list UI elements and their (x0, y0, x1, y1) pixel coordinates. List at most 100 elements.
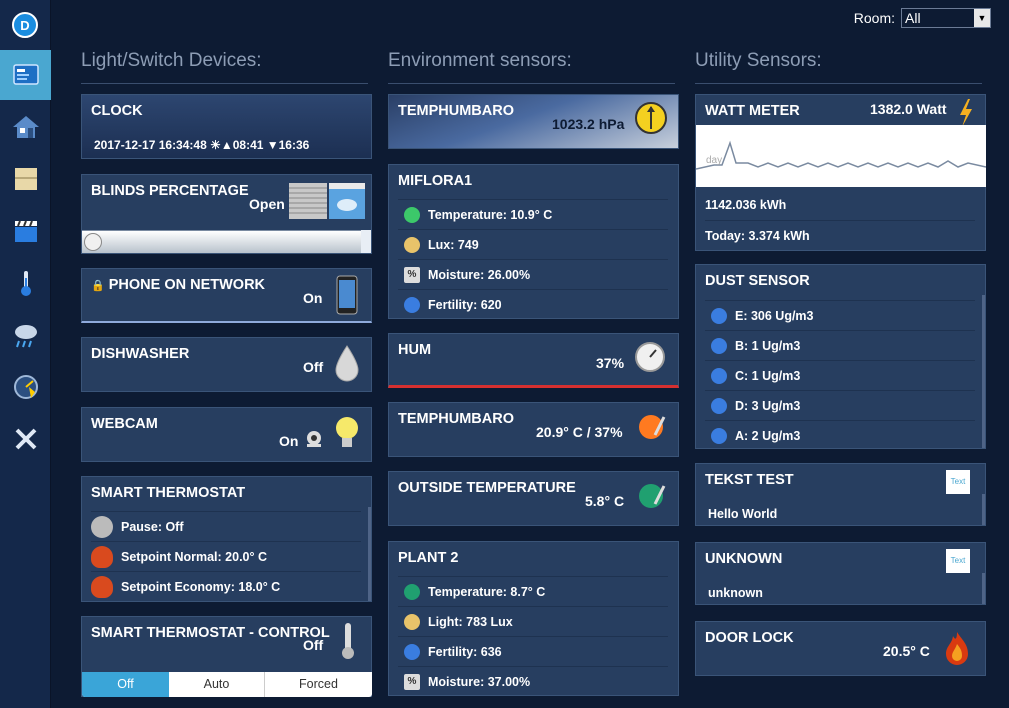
thermometer-icon[interactable] (338, 621, 358, 661)
watt-total-row[interactable]: 1142.036 kWh (705, 190, 975, 220)
lightning-icon[interactable] (958, 99, 974, 127)
flame-icon (91, 545, 113, 568)
tekst-test-title: TEKST TEST (705, 472, 794, 488)
watt-meter-title: WATT METER (705, 103, 800, 119)
chart-period-label: day (706, 155, 722, 166)
dust-sensor-card: DUST SENSOR E: 306 Ug/m3 B: 1 Ug/m3 C: 1… (695, 264, 986, 449)
nav-rooms[interactable] (0, 102, 51, 152)
flame-icon[interactable] (944, 630, 970, 668)
scrollbar[interactable] (982, 494, 985, 525)
text-icon[interactable]: Text (946, 470, 970, 494)
thermostat-pause-label: Pause: Off (121, 519, 184, 534)
percent-icon: % (404, 673, 420, 690)
chevron-down-icon[interactable]: ▼ (974, 9, 990, 27)
nav-blinds[interactable] (0, 154, 51, 204)
blinds-closed-icon[interactable] (289, 183, 327, 219)
miflora-row-moisture[interactable]: % Moisture: 26.00% (398, 259, 668, 289)
watt-total: 1142.036 kWh (705, 198, 787, 212)
temperature-humidity-icon[interactable] (637, 411, 667, 441)
dishwasher-title: DISHWASHER (91, 346, 190, 362)
water-drop-icon[interactable] (334, 344, 360, 384)
thermostat-control-value: Off (303, 637, 324, 653)
text-icon[interactable]: Text (946, 549, 970, 573)
miflora-title: MIFLORA1 (398, 173, 473, 189)
app-logo-icon[interactable]: D (12, 12, 38, 38)
nav-scenes[interactable] (0, 206, 51, 256)
power-sparkline[interactable]: day (696, 125, 986, 187)
webcam-icon[interactable] (304, 430, 324, 448)
nav-weather[interactable] (0, 310, 51, 360)
phone-title-text: PHONE ON NETWORK (108, 277, 266, 293)
plant2-row-light[interactable]: Light: 783 Lux (398, 606, 668, 636)
hygrometer-icon[interactable] (633, 340, 667, 376)
door-lock-value: 20.5° C (883, 643, 930, 659)
plant2-light: Light: 783 Lux (428, 614, 513, 629)
sidebar: D (0, 0, 51, 708)
mode-forced-button[interactable]: Forced (265, 672, 372, 697)
thermostat-row-economy[interactable]: Setpoint Economy: 18.0° C (91, 571, 361, 601)
barometer-icon[interactable] (634, 101, 668, 135)
nav-utility[interactable] (0, 362, 51, 412)
slider-handle[interactable] (84, 233, 102, 251)
scrollbar[interactable] (982, 573, 985, 604)
room-select[interactable]: All ▼ (901, 8, 991, 28)
blinds-card: BLINDS PERCENTAGE Open (81, 174, 372, 254)
globe-icon (404, 296, 420, 313)
house-icon (12, 116, 39, 138)
unknown-title: UNKNOWN (705, 551, 783, 567)
tekst-test-value: Hello World (708, 507, 778, 521)
thermostat-normal-label: Setpoint Normal: 20.0° C (121, 549, 267, 564)
light-bulb-icon[interactable] (334, 414, 360, 454)
plant2-row-temperature[interactable]: Temperature: 8.7° C (398, 576, 668, 606)
mode-off-button[interactable]: Off (82, 672, 169, 697)
miflora-fertility: Fertility: 620 (428, 297, 502, 312)
hum-value: 37% (596, 355, 625, 371)
globe-icon (711, 397, 727, 414)
dust-row-b[interactable]: B: 1 Ug/m3 (705, 330, 975, 360)
miflora-moisture: Moisture: 26.00% (428, 267, 531, 282)
miflora-row-fertility[interactable]: Fertility: 620 (398, 289, 668, 319)
webcam-card: WEBCAM On (81, 407, 372, 462)
dust-row-d[interactable]: D: 3 Ug/m3 (705, 390, 975, 420)
phone-icon[interactable] (336, 275, 358, 315)
thermostat-row-pause[interactable]: Pause: Off (91, 511, 361, 541)
outside-temperature-title: OUTSIDE TEMPERATURE (398, 480, 576, 496)
miflora-row-lux[interactable]: Lux: 749 (398, 229, 668, 259)
nav-setup[interactable] (0, 414, 51, 464)
globe-icon (711, 367, 727, 384)
dishwasher-value: Off (303, 359, 324, 375)
temperature-icon[interactable] (637, 480, 667, 510)
temphumbaro-title-1: TEMPHUMBARO (398, 103, 514, 119)
phone-card: 🔒 PHONE ON NETWORK On (81, 268, 372, 323)
rain-cloud-icon (14, 325, 37, 348)
miflora-row-temperature[interactable]: Temperature: 10.9° C (398, 199, 668, 229)
watt-today-row[interactable]: Today: 3.374 kWh (705, 220, 975, 250)
outside-temperature-value: 5.8° C (585, 493, 625, 509)
plant2-moisture: Moisture: 37.00% (428, 674, 531, 689)
hum-title: HUM (398, 342, 432, 358)
plant2-row-moisture[interactable]: % Moisture: 37.00% (398, 666, 668, 696)
blinds-slider[interactable] (82, 230, 362, 253)
plant2-row-fertility[interactable]: Fertility: 636 (398, 636, 668, 666)
thermometer-icon (404, 583, 420, 600)
blinds-value: Open (249, 196, 285, 212)
dust-row-e[interactable]: E: 306 Ug/m3 (705, 300, 975, 330)
door-lock-card: DOOR LOCK 20.5° C (695, 621, 986, 676)
power-icon (91, 515, 113, 538)
dust-row-c[interactable]: C: 1 Ug/m3 (705, 360, 975, 390)
scrollbar[interactable] (368, 507, 371, 601)
thermostat-row-normal[interactable]: Setpoint Normal: 20.0° C (91, 541, 361, 571)
utility-column-title: Utility Sensors: (695, 50, 982, 84)
blinds-open-icon[interactable] (329, 183, 365, 219)
nav-dashboard[interactable] (0, 50, 51, 100)
scrollbar[interactable] (982, 295, 985, 448)
mode-auto-button[interactable]: Auto (169, 672, 265, 697)
plant2-title: PLANT 2 (398, 550, 459, 566)
room-select-value: All (905, 10, 921, 26)
thermostat-card: SMART THERMOSTAT Pause: Off Setpoint Nor… (81, 476, 372, 602)
percent-icon: % (404, 266, 420, 283)
dust-b: B: 1 Ug/m3 (735, 338, 801, 353)
dust-row-a[interactable]: A: 2 Ug/m3 (705, 420, 975, 450)
globe-icon (711, 337, 727, 354)
nav-temperature[interactable] (0, 258, 51, 308)
